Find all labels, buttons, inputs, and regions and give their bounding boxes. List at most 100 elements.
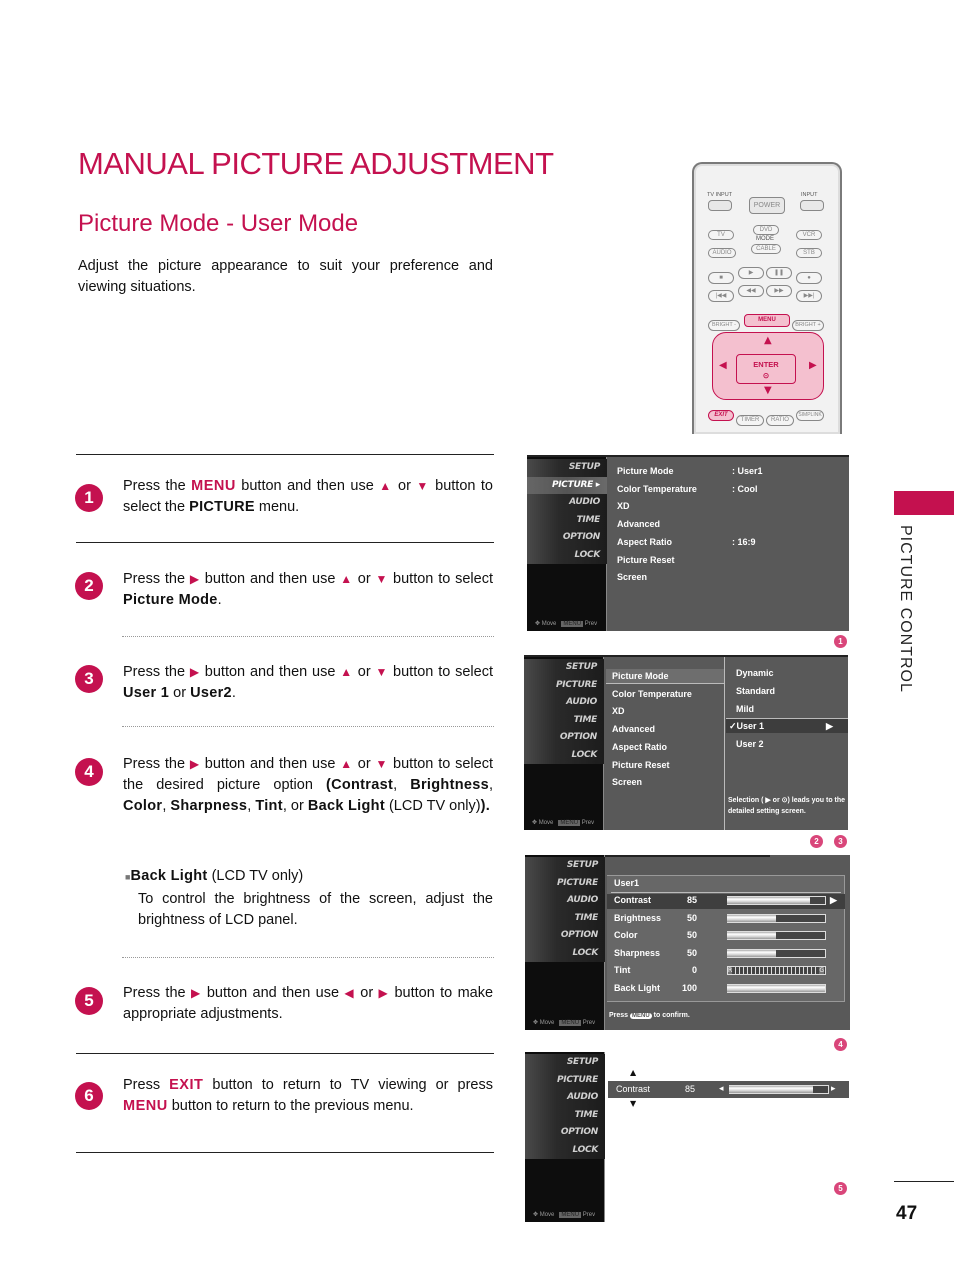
osd-menu-setup[interactable]: SETUP bbox=[525, 857, 605, 875]
osd-menu-time[interactable]: TIME bbox=[525, 1106, 605, 1124]
slider-fill bbox=[727, 897, 811, 904]
screen-marker-1: 1 bbox=[834, 635, 847, 648]
osd-menu-setup[interactable]: SETUP bbox=[527, 459, 607, 477]
right-arrow-icon: ▶ bbox=[190, 986, 202, 1000]
menu-row-label[interactable]: XD bbox=[612, 706, 625, 716]
menu-row-label[interactable]: Picture Reset bbox=[617, 555, 675, 565]
osd-menu-lock[interactable]: LOCK bbox=[524, 746, 604, 764]
audio-mode-button: AUDIO bbox=[708, 248, 736, 258]
menu-row-label[interactable]: Aspect Ratio bbox=[617, 537, 672, 547]
osd-menu-audio[interactable]: AUDIO bbox=[524, 694, 604, 712]
move-icon: ✥ bbox=[533, 1212, 539, 1218]
osd-menu-lock[interactable]: LOCK bbox=[527, 546, 607, 564]
setting-label[interactable]: Sharpness bbox=[614, 948, 660, 958]
menu-row-value: : Cool bbox=[732, 483, 758, 494]
osd-menu-picture[interactable]: PICTURE bbox=[525, 1071, 605, 1089]
osd-menu-audio[interactable]: AUDIO bbox=[525, 1089, 605, 1107]
record-button: ● bbox=[796, 272, 822, 284]
menu-row-label[interactable]: Color Temperature bbox=[617, 484, 697, 494]
osd-menu-time[interactable]: TIME bbox=[524, 711, 604, 729]
osd-menu-option[interactable]: OPTION bbox=[527, 529, 607, 547]
down-arrow-icon: ▼ bbox=[630, 1099, 637, 1108]
menu-row-label[interactable]: Color Temperature bbox=[612, 689, 692, 699]
menu-row-label[interactable]: Advanced bbox=[612, 724, 655, 734]
menu-row-label[interactable]: Picture Mode bbox=[617, 466, 674, 476]
osd-menu-setup[interactable]: SETUP bbox=[524, 659, 604, 677]
picture-mode-option[interactable]: Dynamic bbox=[736, 668, 774, 678]
slider-fill bbox=[727, 914, 776, 922]
up-arrow-icon: ▲ bbox=[630, 1068, 637, 1077]
selection-hint: Selection ( ▶ or ⊙) leads you to the det… bbox=[728, 797, 846, 815]
skip-forward-button: ▶▶| bbox=[796, 290, 822, 302]
osd-menu-picture[interactable]: PICTURE bbox=[525, 874, 605, 892]
picture-keyword: PICTURE bbox=[189, 499, 255, 515]
bright-plus-button: BRIGHT + bbox=[792, 320, 824, 331]
osd-menu-setup[interactable]: SETUP bbox=[525, 1054, 605, 1072]
setting-slider[interactable]: RG bbox=[727, 966, 826, 976]
osd-menu-time[interactable]: TIME bbox=[525, 909, 605, 927]
enter-dot-icon: ⊙ bbox=[762, 371, 770, 380]
timer-button: TIMER bbox=[736, 415, 764, 426]
adjust-bar-row[interactable]: Contrast 85 ◂ ▸ bbox=[608, 1081, 849, 1098]
menu-row-label[interactable]: Advanced bbox=[617, 519, 660, 529]
picture-mode-option[interactable]: Mild bbox=[736, 704, 754, 714]
step-number-6: 6 bbox=[75, 1082, 103, 1110]
osd-menu-option[interactable]: OPTION bbox=[525, 1124, 605, 1142]
osd-screen-adjust: SETUP PICTURE AUDIO TIME OPTION LOCK ✥ M… bbox=[525, 1052, 605, 1222]
increase-icon[interactable]: ▸ bbox=[831, 1083, 836, 1094]
picture-mode-option[interactable]: ✓User 1 bbox=[729, 721, 764, 732]
menu-row-label[interactable]: Picture Mode bbox=[612, 671, 669, 681]
setting-label[interactable]: Tint bbox=[614, 965, 630, 975]
decrease-icon[interactable]: ◂ bbox=[719, 1083, 724, 1094]
setting-slider[interactable] bbox=[727, 913, 826, 923]
osd-menu-lock[interactable]: LOCK bbox=[525, 944, 605, 962]
step-3-text: Press the ▶ button and then use ▲ or ▼ b… bbox=[123, 664, 493, 701]
screen-marker-5: 5 bbox=[834, 1182, 847, 1195]
setting-value: 0 bbox=[691, 965, 697, 976]
setting-slider[interactable] bbox=[727, 984, 826, 993]
setting-label[interactable]: Color bbox=[614, 930, 638, 940]
setting-label[interactable]: Brightness bbox=[614, 913, 661, 923]
setting-slider[interactable] bbox=[727, 931, 826, 941]
osd-menu-picture[interactable]: PICTURE ▸ bbox=[527, 476, 607, 494]
power-button: POWER bbox=[749, 197, 785, 214]
osd-menu-time[interactable]: TIME bbox=[527, 511, 607, 529]
step-number-2: 2 bbox=[75, 572, 103, 600]
step-6-text: Press EXIT button to return to TV viewin… bbox=[123, 1077, 493, 1114]
osd-menu-lock[interactable]: LOCK bbox=[525, 1141, 605, 1159]
tint-green-label: G bbox=[819, 967, 824, 975]
setting-label[interactable]: Back Light bbox=[614, 983, 660, 993]
picture-mode-option[interactable]: Standard bbox=[736, 686, 775, 696]
page-title: MANUAL PICTURE ADJUSTMENT bbox=[78, 146, 554, 181]
vcr-mode-button: VCR bbox=[796, 230, 822, 240]
osd-menu-audio[interactable]: AUDIO bbox=[527, 494, 607, 512]
down-arrow-icon: ▼ bbox=[375, 757, 389, 771]
chapter-label: PICTURE CONTROL bbox=[897, 525, 914, 693]
ratio-button: RATIO bbox=[766, 415, 794, 426]
osd-screen-picture-mode: SETUP PICTURE AUDIO TIME OPTION LOCK ✥ M… bbox=[524, 655, 848, 830]
contrast-slider[interactable] bbox=[729, 1085, 829, 1094]
osd-menu-option[interactable]: OPTION bbox=[525, 927, 605, 945]
step-2-text: Press the ▶ button and then use ▲ or ▼ b… bbox=[123, 571, 493, 608]
menu-row-label[interactable]: Aspect Ratio bbox=[612, 742, 667, 752]
menu-row-label[interactable]: Picture Reset bbox=[612, 760, 670, 770]
menu-row-label[interactable]: XD bbox=[617, 501, 630, 511]
setting-slider[interactable] bbox=[727, 896, 826, 905]
osd-menu-picture[interactable]: PICTURE bbox=[524, 676, 604, 694]
menu-row-label[interactable]: Screen bbox=[612, 777, 642, 787]
divider-dotted bbox=[122, 636, 494, 637]
picture-mode-option[interactable]: User 2 bbox=[736, 739, 764, 749]
setting-label[interactable]: Contrast bbox=[614, 895, 651, 905]
menu-row-label[interactable]: Screen bbox=[617, 572, 647, 582]
step-5-text: Press the ▶ button and then use ◀ or ▶ b… bbox=[123, 985, 494, 1022]
simplink-button: SIMPLINK bbox=[796, 410, 824, 421]
section-title: Picture Mode - User Mode bbox=[78, 210, 359, 237]
settings-header: User1 bbox=[614, 878, 640, 888]
osd-menu-option[interactable]: OPTION bbox=[524, 729, 604, 747]
setting-slider[interactable] bbox=[727, 948, 826, 958]
menu-button: MENU bbox=[744, 314, 790, 327]
adjust-arrow-icon: ▶ bbox=[830, 895, 837, 905]
osd-menu-audio[interactable]: AUDIO bbox=[525, 892, 605, 910]
arrow-down-icon: ▼ bbox=[764, 385, 772, 396]
input-label: INPUT bbox=[801, 192, 818, 198]
